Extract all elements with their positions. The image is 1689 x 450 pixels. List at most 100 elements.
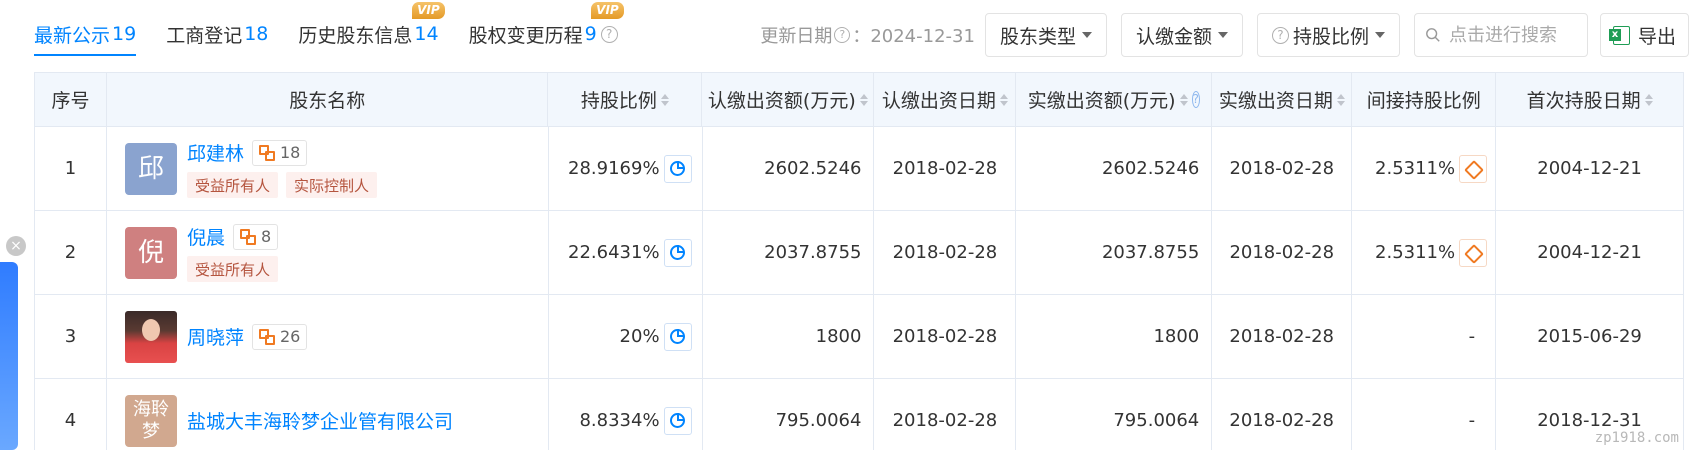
header-label: 间接持股比例 <box>1366 90 1481 112</box>
pie-chart-icon <box>670 245 686 260</box>
name-line: 周晓萍 26 <box>187 323 308 350</box>
vip-badge: VIP <box>412 2 445 19</box>
shareholder-table: 序号 股东名称 持股比例 认缴出资额(万元) 认缴出资日期 实缴出资额(万元)?… <box>34 72 1685 450</box>
relation-count-button[interactable]: 8 <box>232 223 279 250</box>
help-icon[interactable]: ? <box>600 25 618 43</box>
search-input[interactable] <box>1446 23 1577 47</box>
sub-amount-cell: 2037.8755 <box>702 211 875 295</box>
tab-label: 股权变更历程 <box>468 24 583 47</box>
filter-shareholder-type[interactable]: 股东类型 <box>984 13 1107 57</box>
relation-count: 26 <box>279 327 301 346</box>
indirect-value: - <box>1468 410 1476 431</box>
close-icon[interactable]: × <box>6 236 26 256</box>
chevron-down-icon <box>1081 32 1092 38</box>
shareholder-panel: 最新公示 19 工商登记 18 历史股东信息 14 VIP 股权变更历程 9 VIP ?… <box>0 0 1689 450</box>
indirect-value: 2.5311% <box>1375 242 1456 263</box>
paid-date-cell: 2018-02-28 <box>1212 379 1353 450</box>
header-name: 股东名称 <box>106 73 549 127</box>
shareholder-name-link[interactable]: 周晓萍 <box>187 323 244 350</box>
filter-holding-ratio[interactable]: ? 持股比例 <box>1256 13 1400 57</box>
avatar: 倪 <box>124 226 177 279</box>
name-line: 倪晨 8 <box>187 223 286 250</box>
relation-count-button[interactable]: 26 <box>251 323 308 350</box>
paid-date-cell: 2018-02-28 <box>1212 127 1353 211</box>
tab-history[interactable]: 历史股东信息 14 VIP <box>298 0 445 68</box>
right-tools: 更新日期 ? ：2024-12-31 股东类型 认缴金额 ? 持股比例 点击进行… <box>760 13 1689 57</box>
indirect-value: - <box>1468 326 1476 347</box>
sort-icon[interactable] <box>1644 93 1653 106</box>
equity-chart-button[interactable] <box>663 238 692 267</box>
shareholder-name-link[interactable]: 邱建林 <box>187 139 244 166</box>
header-paid-date[interactable]: 实缴出资日期 <box>1212 73 1353 127</box>
sort-icon[interactable] <box>1179 93 1188 106</box>
header-index: 序号 <box>35 73 107 127</box>
update-label: 更新日期 <box>760 26 833 47</box>
header-sub-date[interactable]: 认缴出资日期 <box>874 73 1017 127</box>
header-label: 股东名称 <box>289 90 366 112</box>
filter-subscribed-amount[interactable]: 认缴金额 <box>1120 13 1243 57</box>
relation-count: 18 <box>279 143 301 162</box>
penetration-button[interactable] <box>1459 154 1488 183</box>
row-index: 4 <box>35 379 107 450</box>
shareholder-name-link[interactable]: 倪晨 <box>187 223 225 250</box>
search-icon <box>1426 28 1440 42</box>
header-sub-amount[interactable]: 认缴出资额(万元) <box>702 73 875 127</box>
shareholder-name-link[interactable]: 盐城大丰海聆梦企业管有限公司 <box>187 407 453 434</box>
tag-beneficial-owner[interactable]: 受益所有人 <box>186 256 278 282</box>
indirect-value: 2.5311% <box>1375 158 1456 179</box>
sub-amount-cell: 795.0064 <box>703 379 875 450</box>
pie-chart-icon <box>670 329 686 344</box>
header-label: 认缴出资额(万元) <box>707 90 856 112</box>
relation-count: 8 <box>260 227 272 246</box>
export-button[interactable]: 导出 <box>1599 13 1689 57</box>
tab-registration[interactable]: 工商登记 18 <box>166 0 268 68</box>
header-label: 持股比例 <box>580 90 657 112</box>
table-row: 1 邱 邱建林 18 受益所有人 实际控制人 28.9169% 2602.524… <box>35 127 1685 211</box>
header-label: 实缴出资日期 <box>1218 90 1333 112</box>
penetration-button[interactable] <box>1459 238 1488 267</box>
equity-chart-button[interactable] <box>663 154 692 183</box>
ratio-cell: 28.9169% <box>548 127 703 211</box>
relation-count-button[interactable]: 18 <box>251 139 308 166</box>
equity-chart-button[interactable] <box>663 406 692 435</box>
tab-label: 最新公示 <box>34 24 111 47</box>
export-label: 导出 <box>1637 25 1676 48</box>
tab-label: 工商登记 <box>166 24 243 47</box>
header-label: 首次持股日期 <box>1526 90 1641 112</box>
header-indirect: 间接持股比例 <box>1352 73 1497 127</box>
help-icon[interactable]: ? <box>834 27 851 43</box>
indirect-cell: - <box>1352 379 1497 450</box>
indirect-cell: 2.5311% <box>1352 127 1497 211</box>
tab-equity-changes[interactable]: 股权变更历程 9 VIP ? <box>468 0 624 68</box>
pie-chart-icon <box>670 161 686 176</box>
sort-icon[interactable] <box>999 93 1008 106</box>
header-paid-amount[interactable]: 实缴出资额(万元)? <box>1016 73 1213 127</box>
first-date-cell: 2004-12-21 <box>1496 211 1685 295</box>
sort-icon[interactable] <box>859 93 868 106</box>
avatar-photo <box>124 310 177 363</box>
dropdown-label: 持股比例 <box>1292 25 1369 48</box>
floating-side-widget[interactable] <box>0 262 18 450</box>
name-block: 周晓萍 26 <box>187 323 308 350</box>
help-icon[interactable]: ? <box>1191 91 1200 108</box>
shareholder-cell: 邱 邱建林 18 受益所有人 实际控制人 <box>106 127 549 211</box>
row-index: 3 <box>35 295 107 379</box>
paid-date-cell: 2018-02-28 <box>1212 295 1353 379</box>
header-first-date[interactable]: 首次持股日期 <box>1496 73 1684 127</box>
sort-icon[interactable] <box>660 93 669 106</box>
equity-chart-button[interactable] <box>663 322 692 351</box>
tag-beneficial-owner[interactable]: 受益所有人 <box>186 172 278 198</box>
tab-bar: 最新公示 19 工商登记 18 历史股东信息 14 VIP 股权变更历程 9 VIP ? <box>34 0 648 68</box>
header-label: 实缴出资额(万元) <box>1027 90 1176 112</box>
tag-list: 受益所有人 <box>186 256 286 282</box>
tab-count: 9 <box>584 23 597 45</box>
indirect-cell: - <box>1352 295 1497 379</box>
tab-count: 18 <box>244 23 269 45</box>
header-ratio[interactable]: 持股比例 <box>548 73 703 127</box>
name-block: 盐城大丰海聆梦企业管有限公司 <box>187 407 453 434</box>
tab-latest[interactable]: 最新公示 19 <box>34 0 137 68</box>
paid-amount-cell: 2602.5246 <box>1016 127 1213 211</box>
sort-icon[interactable] <box>1336 93 1345 106</box>
tag-actual-controller[interactable]: 实际控制人 <box>285 172 377 198</box>
paid-amount-cell: 1800 <box>1016 295 1213 379</box>
